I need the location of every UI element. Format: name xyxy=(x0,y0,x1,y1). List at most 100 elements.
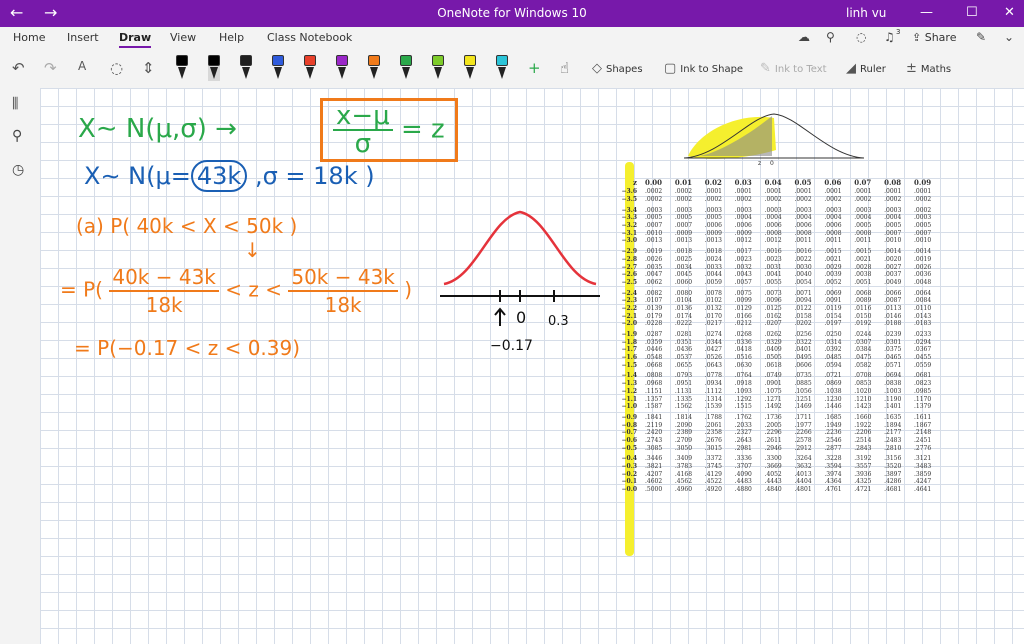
z-table: z 0.00 0.01 0.02 0.03 0.04 0.05 0.06 0.07 0.08 0.0… xyxy=(620,176,940,494)
z-table-cell: .0162 xyxy=(764,312,782,320)
redo-icon[interactable]: ↷ xyxy=(44,59,57,77)
z-table-cell: .1379 xyxy=(914,403,932,411)
minimize-button[interactable]: — xyxy=(920,4,933,22)
fraction-2-numerator: 50k − 43k xyxy=(288,264,398,292)
sync-icon[interactable]: ☁ xyxy=(798,30,810,44)
pen-5[interactable] xyxy=(304,55,316,81)
z-table-cell: .2451 xyxy=(914,436,932,444)
pen-6[interactable] xyxy=(336,55,348,81)
z-table-cell: .0026 xyxy=(645,255,663,263)
z-table-cell: .2358 xyxy=(704,429,722,437)
sketch-up-arrow xyxy=(494,307,506,326)
touch-draw-icon[interactable]: ☝ xyxy=(560,59,569,77)
z-table-cell: .0015 xyxy=(854,248,872,256)
pen-9[interactable] xyxy=(432,55,444,81)
pen-7[interactable] xyxy=(368,55,380,81)
pen-5-tip xyxy=(306,67,314,79)
z-table-cell: .0004 xyxy=(884,214,902,222)
z-table-cell: .0968 xyxy=(645,380,663,388)
chevron-down-icon[interactable]: ⌄ xyxy=(1004,30,1014,44)
z-table-cell: .2611 xyxy=(764,436,782,444)
z-table-header-cell: 0.06 xyxy=(824,177,842,187)
pen-3[interactable] xyxy=(240,55,252,81)
tab-view[interactable]: View xyxy=(170,31,196,44)
shapes-button[interactable]: ◇ Shapes xyxy=(592,61,643,76)
z-table-cell: .0003 xyxy=(764,206,782,214)
z-table-cell: .0084 xyxy=(914,297,932,305)
tab-insert[interactable]: Insert xyxy=(67,31,99,44)
undo-icon[interactable]: ↶ xyxy=(12,59,25,77)
z-table-cell: .0016 xyxy=(764,248,782,256)
z-table-cell: .0002 xyxy=(734,196,752,204)
pen-8-tip xyxy=(402,67,410,79)
insert-space-icon[interactable]: ⇕ xyxy=(142,59,155,77)
z-table-cell: .1020 xyxy=(854,387,872,395)
z-table-row: −2.3 .0107 .0104 .0102 .0099 .0096 .0094 .0091.… xyxy=(620,297,940,305)
pen-11[interactable] xyxy=(496,55,508,81)
z-table-cell: .3121 xyxy=(914,455,932,463)
z-table-cell: .0808 xyxy=(645,372,663,380)
bell-icon[interactable]: ♫ xyxy=(884,30,895,44)
search-icon[interactable]: ⚲ xyxy=(12,128,22,144)
z-table-cell: .0045 xyxy=(674,271,693,279)
maximize-button[interactable]: ☐ xyxy=(966,4,978,22)
z-table-cell: .0001 xyxy=(734,188,752,196)
ruler-button[interactable]: ◢ Ruler xyxy=(846,61,886,76)
z-table-cell: .0002 xyxy=(884,196,902,204)
z-table-cell: .0217 xyxy=(704,320,722,328)
pen-8[interactable] xyxy=(400,55,412,81)
pen-1[interactable] xyxy=(176,55,188,81)
z-table-cell: .1515 xyxy=(734,403,752,411)
z-table-row-label: −1.1 xyxy=(621,395,637,403)
z-table-cell: .1075 xyxy=(764,387,782,395)
z-table-cell: .0244 xyxy=(854,331,872,339)
tab-home[interactable]: Home xyxy=(13,31,45,44)
lightbulb-icon[interactable]: ◌ xyxy=(856,30,866,44)
close-button[interactable]: ✕ xyxy=(1004,4,1015,22)
z-table-cell: .0853 xyxy=(854,380,872,388)
z-table-cell: .0188 xyxy=(884,320,902,328)
recent-notes-icon[interactable]: ◷ xyxy=(12,162,24,178)
z-table-cell: .3264 xyxy=(794,455,812,463)
z-table-row: −2.2 .0139 .0136 .0132 .0129 .0125 .0122 .0119.… xyxy=(620,305,940,313)
ink-to-shape-button[interactable]: ▢ Ink to Shape xyxy=(664,61,743,76)
z-table-row: −3.5 .0002 .0002 .0002 .0002 .0002 .0002 .0002.… xyxy=(620,196,940,204)
pen-2[interactable] xyxy=(208,55,220,81)
z-table-cell: .1977 xyxy=(794,421,812,429)
tab-help[interactable]: Help xyxy=(219,31,244,44)
z-table-cell: .1762 xyxy=(734,413,752,421)
z-table-cell: .1469 xyxy=(794,403,812,411)
search-icon[interactable]: ⚲ xyxy=(826,30,835,44)
z-table-cell: .4522 xyxy=(704,478,722,486)
z-table-header-cell: z xyxy=(633,177,637,187)
pen-4[interactable] xyxy=(272,55,284,81)
z-table-row-label: −0.7 xyxy=(621,429,637,437)
type-icon[interactable]: A xyxy=(78,59,86,73)
z-table-cell: .0778 xyxy=(704,372,722,380)
lasso-select-icon[interactable]: ◌ xyxy=(110,59,123,77)
z-table-cell: .0047 xyxy=(645,271,663,279)
ink-to-text-button[interactable]: ✎ Ink to Text xyxy=(760,61,827,76)
add-pen-icon[interactable]: + xyxy=(528,59,541,77)
tab-class-notebook[interactable]: Class Notebook xyxy=(267,31,352,44)
ink-line-2: X∼ N(μ= 43k ,σ = 18k ) xyxy=(84,160,375,192)
z-table-cell: .0307 xyxy=(854,338,872,346)
share-button[interactable]: ⇪ Share xyxy=(912,31,956,44)
pen-10-color-swatch xyxy=(464,55,476,66)
z-table-row: −3.2 .0007 .0007 .0006 .0006 .0006 .0006 .0006.… xyxy=(620,222,940,230)
z-table-cell: .0036 xyxy=(914,271,932,279)
notebooks-icon[interactable]: ⫼ xyxy=(12,96,18,112)
user-name[interactable]: linh vu xyxy=(846,6,886,20)
z-table-row: −0.3 .3821 .3783 .3745 .3707 .3669 .3632 .3594.… xyxy=(620,463,940,471)
maths-button[interactable]: ± Maths xyxy=(906,61,951,76)
z-table-cell: .0066 xyxy=(884,289,902,297)
pen-icon[interactable]: ✎ xyxy=(976,30,986,44)
pen-10[interactable] xyxy=(464,55,476,81)
tab-draw[interactable]: Draw xyxy=(119,31,152,48)
z-table-cell: .0571 xyxy=(884,361,902,369)
z-table-cell: .3745 xyxy=(704,463,722,471)
pen-3-tip xyxy=(242,67,250,79)
z-table-cell: .2236 xyxy=(824,429,842,437)
z-table-row-label: −3.0 xyxy=(621,237,637,245)
z-table-cell: .0009 xyxy=(704,229,722,237)
